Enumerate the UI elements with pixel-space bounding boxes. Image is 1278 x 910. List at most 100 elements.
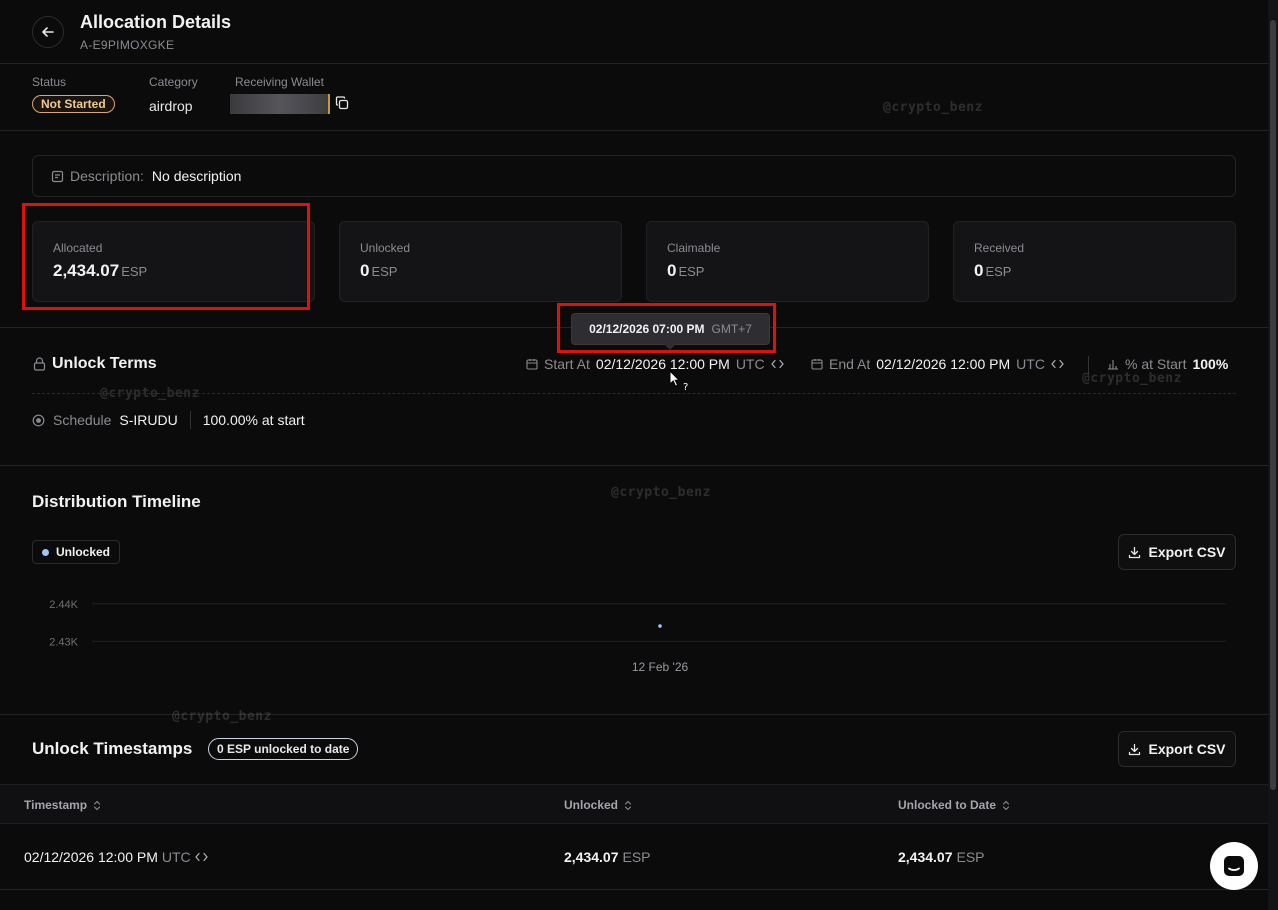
code-toggle-icon[interactable] [194,852,208,862]
end-at-value[interactable]: 02/12/2026 12:00 PM [876,356,1010,372]
download-icon [1129,546,1141,558]
table-header: Timestamp Unlocked Unlocked to Date [0,784,1268,824]
distribution-chart: 2.44K 2.43K 12 Feb '26 [49,599,1226,674]
start-at-value[interactable]: 02/12/2026 12:00 PM [596,356,730,372]
start-at-label: Start At [544,356,590,372]
card-value: 0 ESP [360,261,601,281]
schedule-label: Schedule [53,412,112,428]
schedule-separator [189,411,191,429]
chat-launcher-button[interactable] [1210,842,1258,890]
status-label: Status [32,75,67,89]
sort-icon [624,800,632,810]
pct-at-start: % at Start 100% [1107,356,1228,372]
card-amount: 2,434.07 [53,261,120,280]
chat-icon [1224,856,1244,876]
card-amount: 0 [667,261,677,280]
cell-to-date-value: 2,434.07 [898,849,953,865]
code-toggle-icon[interactable] [1051,359,1064,369]
export-csv-label: Export CSV [1148,544,1226,560]
column-label: Unlocked to Date [898,798,997,812]
tooltip-timezone: GMT+7 [711,322,752,336]
start-at: Start At 02/12/2026 12:00 PM UTC [526,356,784,372]
cell-unit: ESP [956,849,985,865]
download-icon [1129,743,1141,755]
column-header-unlocked[interactable]: Unlocked [564,798,632,812]
card-allocated: Allocated 2,434.07 ESP [32,221,315,302]
calendar-icon [811,359,823,370]
cell-unlocked-to-date: 2,434.07 ESP [898,849,985,865]
column-header-unlocked-to-date[interactable]: Unlocked to Date [898,798,1010,812]
unlocked-to-date-badge: 0 ESP unlocked to date [208,738,359,760]
svg-text:?: ? [683,382,688,392]
sort-icon [1002,800,1010,810]
description-box: Description: No description [32,155,1236,197]
card-label: Claimable [667,241,721,255]
y-tick-label: 2.43K [49,636,78,648]
card-claimable: Claimable 0 ESP [646,221,929,302]
pct-at-start-value: 100% [1192,356,1229,372]
card-amount: 0 [974,261,984,280]
terms-dashed-divider [32,393,1236,394]
schedule-id: S-IRUDU [119,412,178,428]
back-button[interactable] [32,16,64,48]
cell-unlocked: 2,434.07 ESP [564,849,651,865]
export-csv-button-timeline[interactable]: Export CSV [1118,534,1236,570]
legend-unlocked[interactable]: Unlocked [32,540,121,564]
schedule-row: Schedule S-IRUDU 100.00% at start [32,411,305,429]
row-divider [0,889,1268,890]
copy-icon[interactable] [335,96,349,110]
status-badge: Not Started [32,95,115,113]
column-header-timestamp[interactable]: Timestamp [24,798,101,812]
header-divider [0,63,1268,64]
watermark: @crypto_benz [611,485,711,500]
datetime-tooltip: 02/12/2026 07:00 PM GMT+7 [571,313,770,350]
wallet-label: Receiving Wallet [235,75,324,89]
cell-timezone: UTC [161,849,191,865]
terms-divider [0,465,1268,466]
scrollbar-thumb[interactable] [1270,20,1276,790]
category-value: airdrop [149,98,193,114]
meta-divider [0,130,1268,131]
code-toggle-icon[interactable] [770,359,784,369]
export-csv-label: Export CSV [1148,741,1226,757]
card-label: Received [974,241,1025,255]
watermark: @crypto_benz [172,709,272,724]
watermark: @crypto_benz [1082,371,1182,386]
legend-dot [42,548,49,556]
card-unit: ESP [985,264,1012,279]
mouse-cursor-icon: ? [669,370,688,392]
card-value: 2,434.07 ESP [53,261,294,281]
card-value: 0 ESP [667,261,908,281]
note-icon [51,170,64,182]
lock-icon [33,357,46,371]
cell-timestamp: 02/12/2026 12:00 PM UTC [24,849,208,865]
page-title: Allocation Details [80,12,232,32]
wallet-address-redacted [230,94,330,114]
export-csv-button-timestamps[interactable]: Export CSV [1118,731,1236,767]
y-tick-label: 2.44K [49,599,78,611]
description-label: Description: [70,168,144,184]
legend-label: Unlocked [56,545,111,559]
unlock-terms-title: Unlock Terms [52,355,157,372]
sort-icon [94,800,101,810]
end-at-timezone: UTC [1016,356,1045,372]
card-label: Allocated [53,241,103,255]
card-unit: ESP [678,264,705,279]
cell-timestamp-value: 02/12/2026 12:00 PM [24,849,158,865]
watermark: @crypto_benz [883,100,983,115]
tooltip-datetime: 02/12/2026 07:00 PM [589,322,705,336]
description-value: No description [151,168,242,184]
end-at-label: End At [829,356,871,372]
card-unlocked: Unlocked 0 ESP [339,221,622,302]
allocation-id: A-E9PIMOXGKE [80,38,175,52]
card-received: Received 0 ESP [953,221,1236,302]
cell-unit: ESP [622,849,651,865]
x-tick-label: 12 Feb '26 [632,660,689,674]
card-amount: 0 [360,261,370,280]
target-icon [32,414,45,426]
data-point [658,624,662,628]
timeline-title: Distribution Timeline [32,492,201,511]
start-at-timezone: UTC [735,356,765,372]
bar-chart-icon [1108,360,1118,370]
card-value: 0 ESP [974,261,1215,281]
